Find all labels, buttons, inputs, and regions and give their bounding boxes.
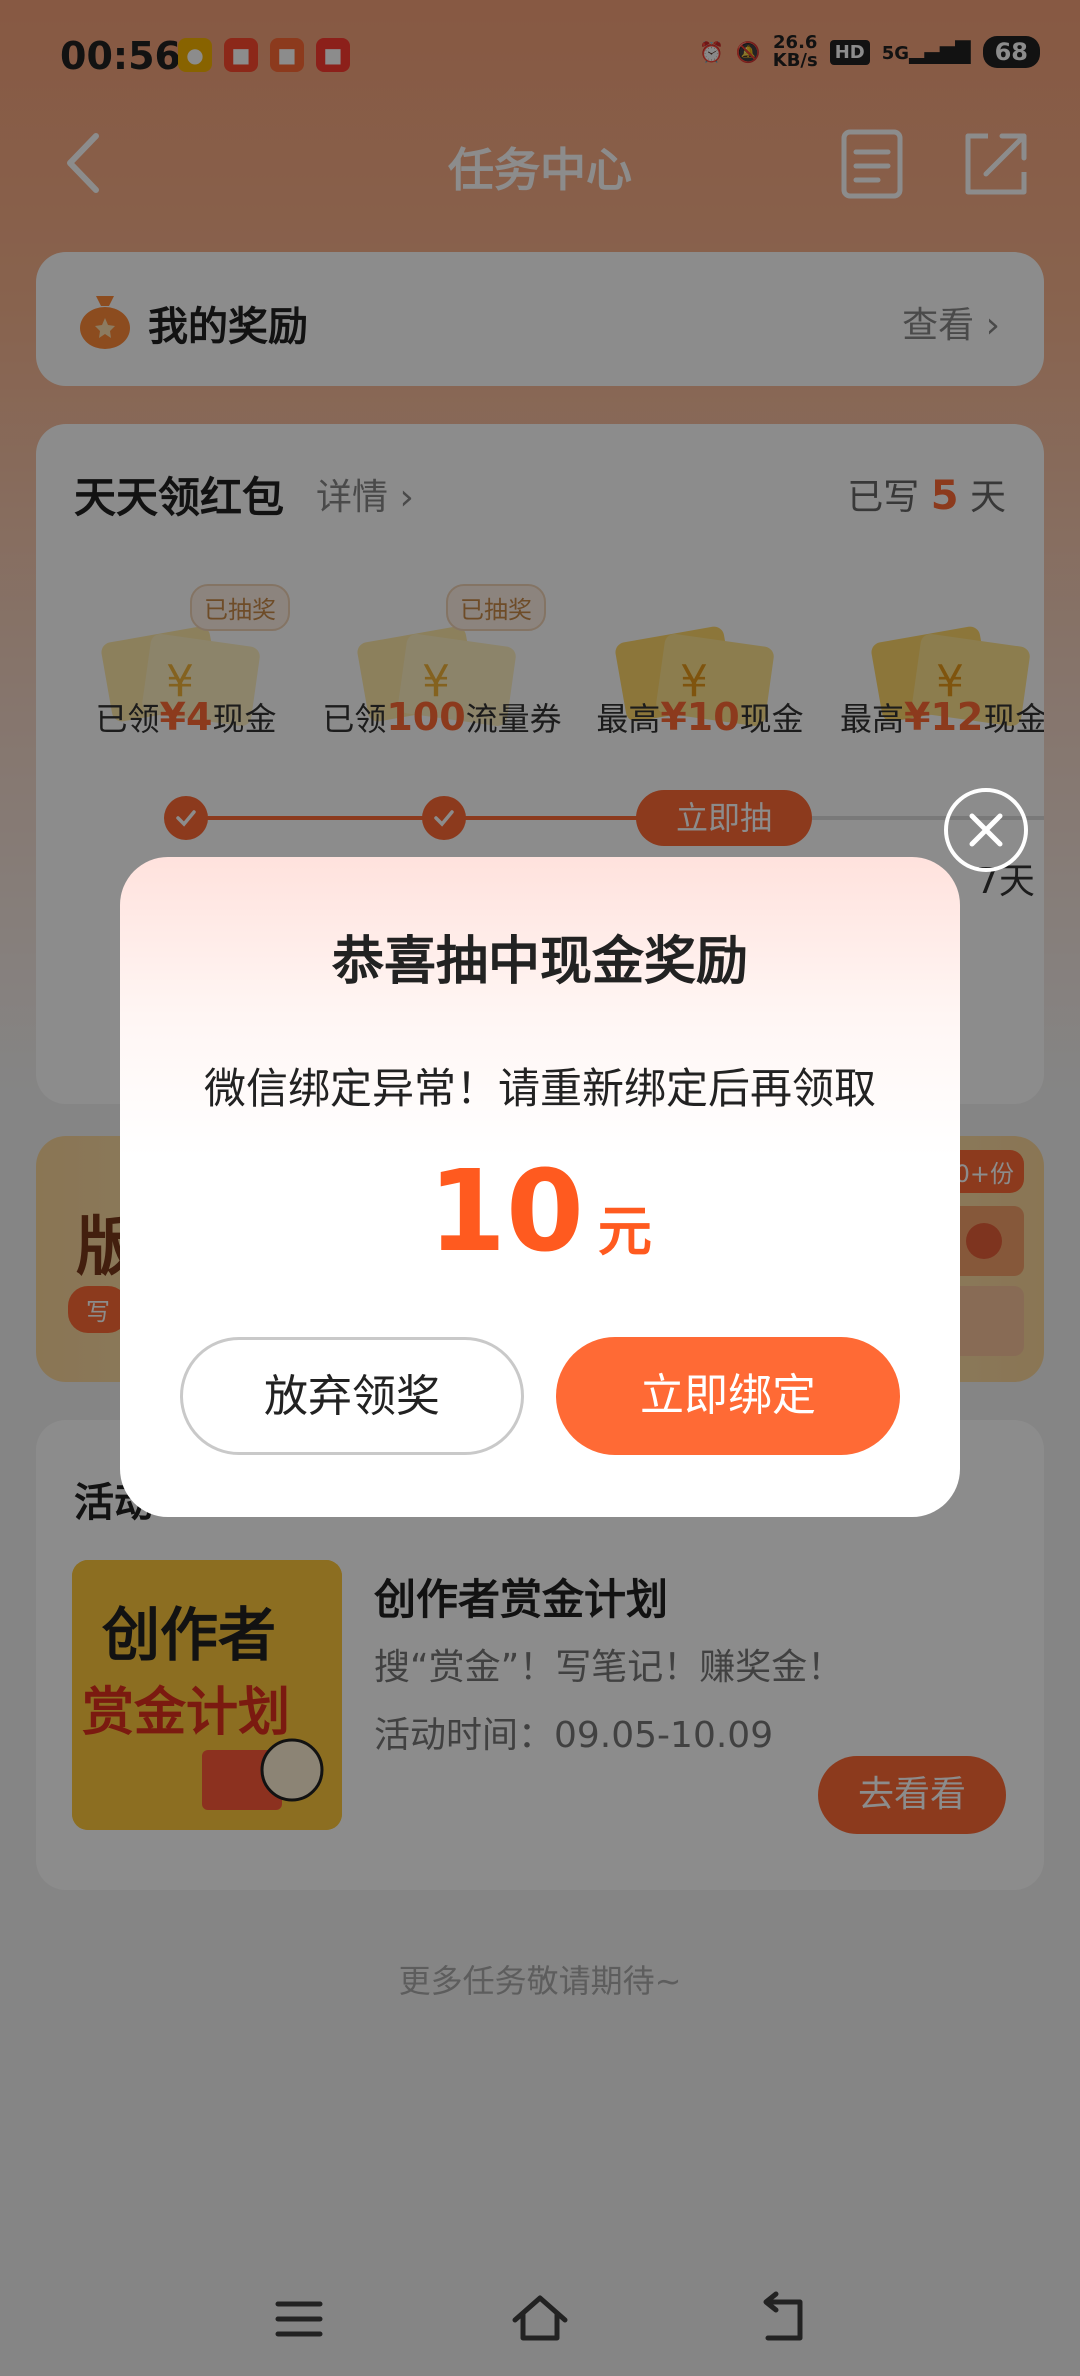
- home-icon: [512, 2295, 568, 2341]
- dialog-title: 恭喜抽中现金奖励: [331, 932, 748, 992]
- close-dialog-button[interactable]: [944, 788, 1028, 872]
- bind-now-button[interactable]: 立即绑定: [556, 1337, 900, 1455]
- back-nav-icon: [763, 2291, 803, 2341]
- amount-unit: 元: [597, 1200, 652, 1263]
- task-center-page: 00:56 ● ■ ■ ■ ⏰ 🔕 26.6 KB/s HD 5G▂▄▆█ 68…: [0, 0, 1080, 2376]
- reward-amount: 10 元: [120, 1147, 960, 1277]
- home-button[interactable]: [505, 2284, 575, 2354]
- back-nav-button[interactable]: [746, 2284, 816, 2354]
- amount-value: 10: [428, 1147, 584, 1277]
- cash-reward-dialog: 恭喜抽中现金奖励 微信绑定异常！请重新绑定后再领取 10 元 放弃领奖 立即绑定: [120, 857, 960, 1517]
- close-icon: [969, 813, 1003, 847]
- system-navigation-bar: [0, 2270, 1080, 2376]
- abandon-reward-button[interactable]: 放弃领奖: [180, 1337, 524, 1455]
- menu-button[interactable]: [264, 2284, 334, 2354]
- dialog-message: 微信绑定异常！请重新绑定后再领取: [203, 1064, 876, 1113]
- menu-icon: [275, 2301, 323, 2337]
